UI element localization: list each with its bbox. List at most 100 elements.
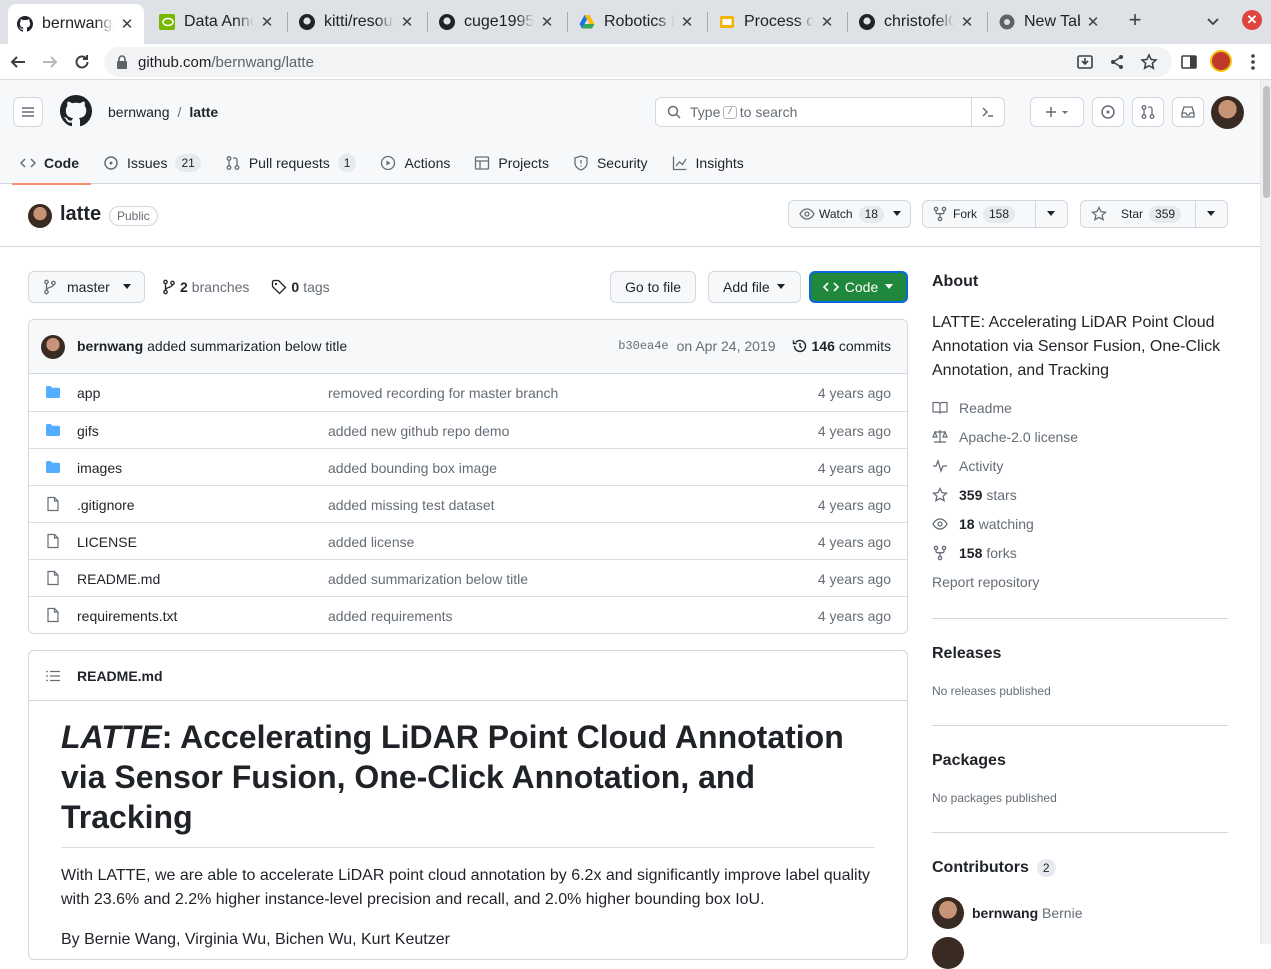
share-icon[interactable] xyxy=(1105,50,1129,74)
file-commit-message[interactable]: added bounding box image xyxy=(328,460,497,476)
file-row[interactable]: LICENSE added license 4 years ago xyxy=(29,522,907,559)
activity-link[interactable]: Activity xyxy=(932,458,1003,474)
side-panel-icon[interactable] xyxy=(1177,50,1201,74)
profile-avatar[interactable] xyxy=(1210,50,1232,72)
user-avatar[interactable] xyxy=(1211,96,1244,129)
license-link[interactable]: Apache-2.0 license xyxy=(932,429,1078,445)
file-name[interactable]: LICENSE xyxy=(77,534,137,550)
close-tab-icon[interactable]: ✕ xyxy=(118,15,136,33)
file-commit-message[interactable]: added requirements xyxy=(328,608,453,624)
file-name[interactable]: .gitignore xyxy=(77,497,135,513)
tab-pull-requests[interactable]: Pull requests 1 xyxy=(213,142,369,184)
report-repository-link[interactable]: Report repository xyxy=(932,574,1039,590)
page-scrollbar[interactable] xyxy=(1260,80,1271,944)
star-dropdown[interactable] xyxy=(1195,201,1226,227)
fork-dropdown[interactable] xyxy=(1035,201,1066,227)
file-commit-message[interactable]: removed recording for master branch xyxy=(328,385,558,401)
branch-select-button[interactable]: master xyxy=(28,271,145,303)
list-unordered-icon[interactable] xyxy=(45,668,61,684)
contributor-entry[interactable]: bernwang Bernie xyxy=(972,905,1082,921)
star-button[interactable]: Star 359 xyxy=(1080,200,1228,228)
close-tab-icon[interactable]: ✕ xyxy=(1084,13,1102,31)
tab-bernwang-latte[interactable]: bernwang/latte ✕ xyxy=(8,4,144,44)
close-tab-icon[interactable]: ✕ xyxy=(258,13,276,31)
install-app-icon[interactable] xyxy=(1073,50,1097,74)
tags-link[interactable]: 0 tags xyxy=(271,279,330,295)
tab-robotics[interactable]: Robotics Resources ✕ xyxy=(570,6,704,38)
tab-new-tab[interactable]: New Tab ✕ xyxy=(990,6,1110,38)
file-row[interactable]: .gitignore added missing test dataset 4 ye… xyxy=(29,485,907,522)
file-name[interactable]: gifs xyxy=(77,423,99,439)
address-bar[interactable]: github.com/bernwang/latte xyxy=(104,47,1172,77)
owner-avatar[interactable] xyxy=(28,204,52,228)
tab-data-annotation[interactable]: Data Annotation ✕ xyxy=(150,6,284,38)
readme-link[interactable]: Readme xyxy=(932,400,1012,416)
file-name[interactable]: images xyxy=(77,460,122,476)
contributor-avatar[interactable] xyxy=(932,937,964,969)
repo-name[interactable]: latte xyxy=(60,203,101,226)
stars-link[interactable]: 359 stars xyxy=(932,487,1017,503)
reload-icon[interactable] xyxy=(70,50,94,74)
tab-code[interactable]: Code xyxy=(0,142,91,185)
tab-search-chevron-icon[interactable] xyxy=(1204,12,1222,30)
contributor-avatar[interactable] xyxy=(932,897,964,929)
branches-link[interactable]: 2 branches xyxy=(162,279,249,295)
more-menu-icon[interactable] xyxy=(1241,50,1265,74)
create-new-button[interactable] xyxy=(1030,97,1084,127)
issues-icon[interactable] xyxy=(1092,97,1124,127)
watching-link[interactable]: 18 watching xyxy=(932,516,1034,532)
search-input[interactable]: Type / to search xyxy=(655,97,1005,127)
contributors-heading[interactable]: Contributors 2 xyxy=(932,859,1056,877)
readme-filename[interactable]: README.md xyxy=(77,668,163,684)
file-row[interactable]: images added bounding box image 4 years ag… xyxy=(29,448,907,485)
file-commit-message[interactable]: added license xyxy=(328,534,414,550)
commit-sha[interactable]: b30ea4e xyxy=(618,339,668,353)
tab-security[interactable]: Security xyxy=(561,142,660,184)
commit-message[interactable]: added summarization below title xyxy=(147,338,347,354)
file-row[interactable]: requirements.txt added requirements 4 year… xyxy=(29,596,907,633)
new-tab-button[interactable]: + xyxy=(1124,9,1146,32)
bookmark-star-icon[interactable] xyxy=(1137,50,1161,74)
commit-author[interactable]: bernwang xyxy=(77,338,143,354)
commit-author-avatar[interactable] xyxy=(41,335,65,359)
go-to-file-button[interactable]: Go to file xyxy=(610,271,697,303)
breadcrumb-owner[interactable]: bernwang xyxy=(108,104,170,120)
file-row[interactable]: README.md added summarization below title… xyxy=(29,559,907,596)
releases-heading[interactable]: Releases xyxy=(932,645,1001,663)
window-close-button[interactable]: ✕ xyxy=(1242,10,1262,30)
pull-requests-icon[interactable] xyxy=(1132,97,1164,127)
forward-arrow-icon[interactable] xyxy=(38,50,62,74)
close-tab-icon[interactable]: ✕ xyxy=(818,13,836,31)
tab-actions[interactable]: Actions xyxy=(368,142,462,184)
close-tab-icon[interactable]: ✕ xyxy=(398,13,416,31)
scrollbar-thumb[interactable] xyxy=(1263,86,1270,198)
forks-link[interactable]: 158 forks xyxy=(932,545,1017,561)
add-file-button[interactable]: Add file xyxy=(708,271,801,303)
file-row[interactable]: gifs added new github repo demo 4 years ag… xyxy=(29,411,907,448)
hamburger-menu-icon[interactable] xyxy=(13,97,43,127)
tab-issues[interactable]: Issues 21 xyxy=(91,142,213,184)
file-name[interactable]: requirements.txt xyxy=(77,608,177,624)
tab-projects[interactable]: Projects xyxy=(462,142,561,184)
watch-button[interactable]: Watch 18 xyxy=(788,200,911,228)
close-tab-icon[interactable]: ✕ xyxy=(678,13,696,31)
inbox-icon[interactable] xyxy=(1172,97,1204,127)
file-name[interactable]: README.md xyxy=(77,571,160,587)
fork-button[interactable]: Fork 158 xyxy=(922,200,1068,228)
file-row[interactable]: app removed recording for master branch 4 … xyxy=(29,374,907,411)
file-commit-message[interactable]: added missing test dataset xyxy=(328,497,495,513)
close-tab-icon[interactable]: ✕ xyxy=(538,13,556,31)
code-dropdown-button[interactable]: Code xyxy=(809,271,908,303)
tab-cuge1995[interactable]: cuge1995 ✕ xyxy=(430,6,564,38)
file-name[interactable]: app xyxy=(77,385,100,401)
back-arrow-icon[interactable] xyxy=(6,50,30,74)
tab-process[interactable]: Process of ✕ xyxy=(710,6,844,38)
tab-christofel[interactable]: christofelCC ✕ xyxy=(850,6,984,38)
packages-heading[interactable]: Packages xyxy=(932,752,1006,770)
github-logo-icon[interactable] xyxy=(60,95,92,127)
tab-kitti-resources[interactable]: kitti/resources ✕ xyxy=(290,6,424,38)
commits-link[interactable]: 146 commits xyxy=(792,338,891,354)
close-tab-icon[interactable]: ✕ xyxy=(958,13,976,31)
tab-insights[interactable]: Insights xyxy=(660,142,756,184)
file-commit-message[interactable]: added new github repo demo xyxy=(328,423,509,439)
